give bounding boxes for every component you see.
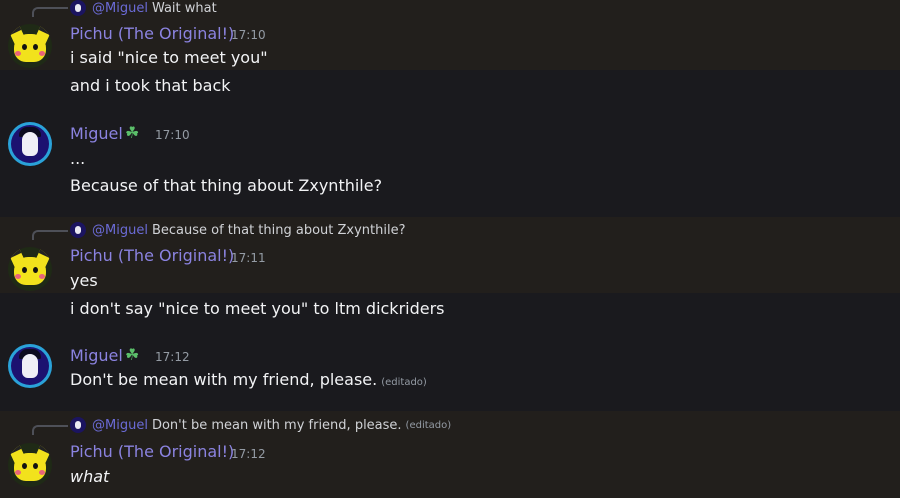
- reply-avatar: [70, 0, 86, 16]
- edited-label: (editado): [405, 419, 452, 431]
- reply-preview[interactable]: @Miguel Because of that thing about Zxyn…: [70, 222, 406, 238]
- avatar[interactable]: [8, 247, 52, 291]
- reply-spine: [32, 230, 68, 240]
- username[interactable]: Pichu (The Original!): [70, 442, 234, 461]
- username[interactable]: Miguel: [70, 124, 123, 143]
- reply-avatar: [70, 417, 86, 433]
- avatar[interactable]: [8, 24, 52, 68]
- reply-preview[interactable]: @Miguel Don't be mean with my friend, pl…: [70, 417, 451, 433]
- message-text: what: [70, 467, 110, 486]
- reply-text[interactable]: Because of that thing about Zxynthile?: [152, 223, 406, 238]
- reply-text[interactable]: Wait what: [152, 1, 217, 16]
- avatar[interactable]: [8, 443, 52, 487]
- timestamp: 17:10: [231, 28, 266, 42]
- timestamp: 17:12: [231, 447, 266, 461]
- reply-author[interactable]: @Miguel: [92, 1, 148, 16]
- reply-avatar: [70, 222, 86, 238]
- message-text: i said "nice to meet you": [70, 48, 268, 67]
- message-text: Don't be mean with my friend, please. (ed…: [70, 370, 427, 389]
- reply-spine: [32, 7, 68, 17]
- reply-author[interactable]: @Miguel: [92, 418, 148, 433]
- avatar[interactable]: [8, 122, 52, 166]
- message-text: ...: [70, 149, 86, 168]
- username[interactable]: Pichu (The Original!): [70, 246, 234, 265]
- message-text: and i took that back: [70, 76, 231, 95]
- message-text: i don't say "nice to meet you" to ltm di…: [70, 299, 445, 318]
- reply-preview[interactable]: @Miguel Wait what: [70, 0, 217, 16]
- message-text: yes: [70, 271, 98, 290]
- edited-label: (editado): [381, 377, 427, 388]
- username[interactable]: Pichu (The Original!): [70, 24, 234, 43]
- clover-icon[interactable]: ☘: [125, 123, 139, 142]
- timestamp: 17:12: [155, 350, 190, 364]
- avatar[interactable]: [8, 344, 52, 388]
- message-text: Because of that thing about Zxynthile?: [70, 176, 383, 195]
- username[interactable]: Miguel: [70, 346, 123, 365]
- reply-text[interactable]: Don't be mean with my friend, please.: [152, 418, 402, 433]
- timestamp: 17:11: [231, 251, 266, 265]
- reply-author[interactable]: @Miguel: [92, 223, 148, 238]
- reply-spine: [32, 425, 68, 435]
- timestamp: 17:10: [155, 128, 190, 142]
- clover-icon[interactable]: ☘: [125, 345, 139, 364]
